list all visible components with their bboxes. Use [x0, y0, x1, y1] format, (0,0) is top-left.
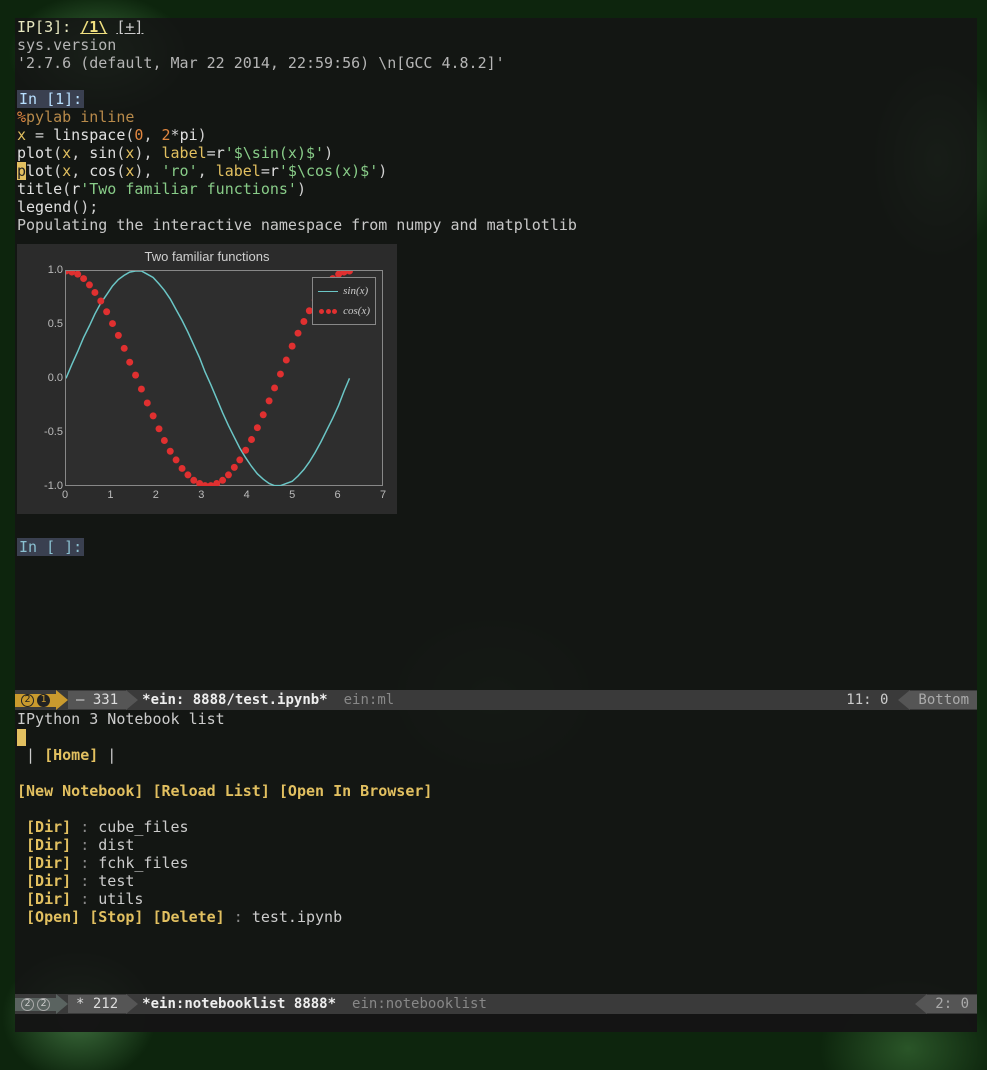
buffer-name-2: *ein:notebooklist 8888*	[138, 995, 340, 1013]
cell0-output-line1: sys.version	[17, 36, 975, 54]
cell1-line5[interactable]: title(r'Two familiar functions')	[17, 180, 975, 198]
reload-list-button[interactable]: [Reload List]	[152, 782, 269, 800]
cell2-prompt: In [ ]:	[17, 538, 84, 556]
home-button[interactable]: [Home]	[44, 746, 98, 764]
notebooklist-pane[interactable]: IPython 3 Notebook list | [Home] | [New …	[15, 710, 977, 926]
dir-row[interactable]: [Dir] : dist	[17, 836, 975, 854]
modeline1-badge2: 1	[37, 694, 50, 707]
text-cursor: p	[17, 162, 26, 180]
nb-filename: test.ipynb	[252, 908, 342, 926]
scroll-pos-1: Bottom	[910, 691, 977, 709]
modeline2-badge2: 2	[37, 998, 50, 1011]
major-mode-2: ein:notebooklist	[340, 995, 487, 1013]
nb-open-button[interactable]: [Open]	[26, 908, 80, 926]
legend-cos: cos(x)	[343, 302, 370, 320]
chart-legend: sin(x) cos(x)	[312, 277, 376, 325]
tab-add[interactable]: [+]	[116, 18, 143, 36]
legend-sin: sin(x)	[343, 282, 368, 300]
tab-bar: IP[3]: /1\ [+]	[15, 18, 977, 36]
chart-output: Two familiar functions -1.0-0.50.00.51.0…	[17, 244, 397, 514]
cell1-prompt: In [1]:	[17, 90, 84, 108]
buffer-name-1: *ein: 8888/test.ipynb*	[138, 691, 331, 709]
modeline-bottom: 2 2 * 212 *ein:notebooklist 8888* ein:no…	[15, 994, 977, 1014]
cell1-stdout: Populating the interactive namespace fro…	[17, 216, 975, 234]
modeline2-badge1: 2	[21, 998, 34, 1011]
tab-prefix: IP[3]:	[17, 18, 71, 36]
chart-title: Two familiar functions	[17, 248, 397, 266]
chart-axes: sin(x) cos(x)	[65, 270, 383, 486]
new-notebook-button[interactable]: [New Notebook]	[17, 782, 143, 800]
pane2-cursor	[17, 729, 26, 746]
cell1-line4[interactable]: plot(x, cos(x), 'ro', label=r'$\cos(x)$'…	[17, 162, 975, 180]
nb-delete-button[interactable]: [Delete]	[152, 908, 224, 926]
nb-stop-button[interactable]: [Stop]	[89, 908, 143, 926]
cell1-line6[interactable]: legend();	[17, 198, 975, 216]
cursor-pos-2: 2: 0	[927, 995, 977, 1013]
dir-row[interactable]: [Dir] : cube_files	[17, 818, 975, 836]
notebook-pane[interactable]: sys.version '2.7.6 (default, Mar 22 2014…	[15, 36, 977, 574]
dir-row[interactable]: [Dir] : utils	[17, 890, 975, 908]
cell1-line2[interactable]: x = linspace(0, 2*pi)	[17, 126, 975, 144]
cell0-output-line2: '2.7.6 (default, Mar 22 2014, 22:59:56) …	[17, 54, 975, 72]
dir-row[interactable]: [Dir] : test	[17, 872, 975, 890]
modeline1-badge1: 2	[21, 694, 34, 707]
cell1-line3[interactable]: plot(x, sin(x), label=r'$\sin(x)$')	[17, 144, 975, 162]
tab-current[interactable]: /1\	[80, 18, 107, 36]
modeline-top: 2 1 – 331 *ein: 8888/test.ipynb* ein:ml …	[15, 690, 977, 710]
open-in-browser-button[interactable]: [Open In Browser]	[279, 782, 433, 800]
cursor-pos-1: 11: 0	[836, 691, 898, 709]
notebooklist-title: IPython 3 Notebook list	[17, 710, 975, 728]
cell1-line1[interactable]: %pylab inline	[17, 108, 975, 126]
minibuffer[interactable]	[15, 1014, 977, 1032]
major-mode-1: ein:ml	[332, 691, 395, 709]
dir-row[interactable]: [Dir] : fchk_files	[17, 854, 975, 872]
